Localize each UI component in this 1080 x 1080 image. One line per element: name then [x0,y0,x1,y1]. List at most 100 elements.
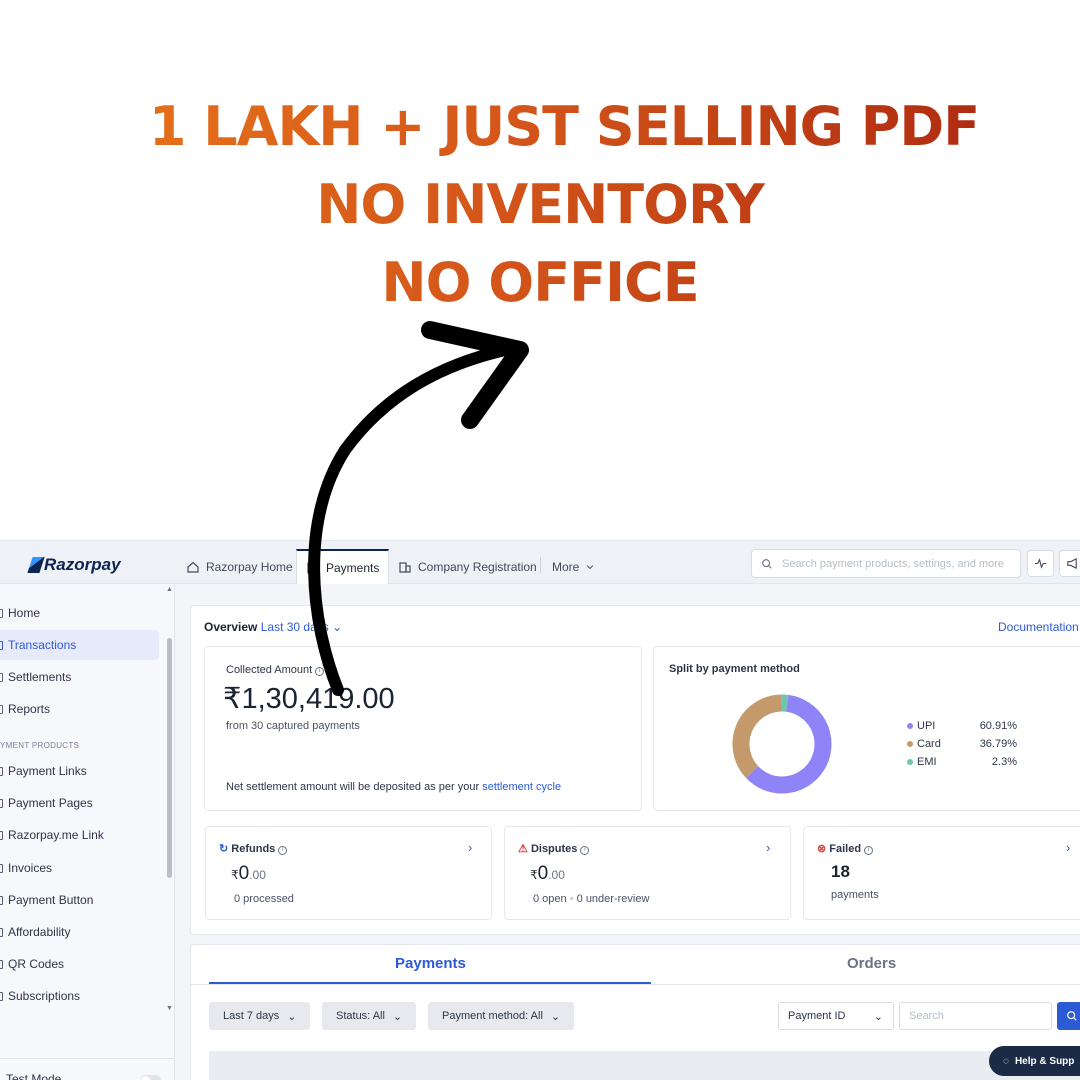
info-icon[interactable]: i [278,846,288,855]
upi-swatch [907,723,913,729]
sidebar-item-invoices[interactable]: Invoices [0,853,159,883]
refunds-card[interactable]: ↻ Refunds i ₹0.00 0 processed › [205,826,492,920]
warning-icon: ⚠ [518,843,528,855]
chat-icon: ◌ [1003,1055,1009,1067]
failed-card[interactable]: ⊗ Failed i 18 payments › [803,826,1080,920]
info-icon[interactable]: i [315,667,325,676]
page-icon [0,798,3,808]
sidebar-item-label: Payment Pages [8,796,93,810]
tab-more[interactable]: More [552,549,595,584]
sidebar-item-payment-links[interactable]: Payment Links [0,756,159,786]
refunds-amount: ₹0.00 [231,863,266,885]
home-icon [187,561,199,573]
settlement-note-text: Net settlement amount will be deposited … [226,781,480,793]
sidebar-item-subscriptions[interactable]: Subscriptions [0,981,159,1011]
sidebar-item-settlements[interactable]: Settlements [0,662,159,692]
sidebar-item-transactions[interactable]: Transactions [0,630,159,660]
disputes-review: 0 under-review [576,893,650,905]
sidebar-item-label: Subscriptions [8,989,81,1003]
disputes-card[interactable]: ⚠ Disputes i ₹0.00 0 open • 0 under-revie… [504,826,791,920]
sidebar-item-label: Payment Button [8,893,94,907]
sidebar-item-label: Razorpay.me Link [8,828,104,842]
legend-pct: 2.3% [991,756,1017,768]
payment-method-donut-chart [732,694,832,794]
sidebar-scrollbar[interactable] [167,638,172,878]
activity-icon [1034,558,1047,569]
page: 1 LAKH + JUST SELLING PDF NO INVENTORY N… [0,0,1080,1080]
reports-icon [0,704,3,714]
sidebar-section-title: YMENT PRODUCTS [0,741,80,750]
sidebar-item-razorpay-me-link[interactable]: Razorpay.me Link [0,820,159,850]
link-icon [0,830,3,840]
settlement-note: Net settlement amount will be deposited … [226,781,561,793]
sidebar-item-reports[interactable]: Reports [0,694,159,724]
date-filter[interactable]: Last 7 days ⌄ [209,1002,311,1030]
status-filter[interactable]: Status: All ⌄ [322,1002,417,1030]
test-mode-toggle[interactable] [140,1075,161,1080]
chevron-down-icon: ⌄ [873,1010,883,1023]
sidebar-item-payment-pages[interactable]: Payment Pages [0,788,159,818]
sidebar-item-home[interactable]: Home [0,598,159,628]
tab-payments[interactable]: Payments [296,549,390,584]
headline-line-3: NO OFFICE [0,244,1080,322]
tab-orders[interactable]: Orders [847,955,896,972]
date-range-dropdown[interactable]: Last 30 days [261,620,329,634]
failed-label-text: Failed [829,843,862,855]
tab-label: Payments [326,560,380,575]
tab-payments-list[interactable]: Payments [395,955,466,972]
overview-header: Overview Last 30 days ⌄ [204,620,342,634]
tabs-divider [191,984,1080,985]
table-header [209,1051,1080,1080]
qr-icon [0,959,3,969]
tab-company-registration[interactable]: Company Registration [398,549,537,584]
chevron-right-icon[interactable]: › [1066,840,1070,855]
announcement-button[interactable] [1059,550,1080,577]
scroll-up-icon[interactable]: ▲ [166,586,173,593]
payment-search-input[interactable]: Search [899,1002,1052,1030]
amount-decimals: .00 [548,868,565,882]
activity-button[interactable] [1027,550,1054,577]
razorpay-mark-icon [27,557,45,573]
collected-label-text: Collected Amount [226,664,313,676]
sidebar: Home Transactions Settlements Reports YM… [0,584,175,1080]
filter-label: Last 7 days [223,1010,280,1022]
chevron-right-icon[interactable]: › [468,840,472,855]
tab-label: Razorpay Home [206,559,293,574]
sidebar-item-qr-codes[interactable]: QR Codes [0,949,159,979]
documentation-link[interactable]: Documentation [998,620,1079,634]
scroll-down-icon[interactable]: ▼ [166,1005,173,1012]
legend-pct: 36.79% [979,738,1017,750]
legend-emi: EMI 2.3% [907,756,1017,768]
global-search-input[interactable]: Search payment products, settings, and m… [751,549,1021,578]
search-icon [1067,1011,1077,1021]
help-support-button[interactable]: ◌ Help & Supp [989,1046,1080,1076]
info-icon[interactable]: i [864,846,874,855]
sidebar-item-affordability[interactable]: Affordability [0,917,159,947]
razorpay-logo[interactable]: Razorpay [27,555,121,575]
disputes-amount: ₹0.00 [530,863,565,885]
sidebar-item-label: Payment Links [8,764,87,778]
disputes-sub: 0 open • 0 under-review [533,893,649,905]
sidebar-item-payment-button[interactable]: Payment Button [0,885,159,915]
chevron-down-icon: ⌄ [550,1010,561,1023]
donut-slice-card [732,694,783,778]
logo-text: Razorpay [44,555,121,574]
id-type-select[interactable]: Payment ID ⌄ [778,1002,894,1030]
failed-label: ⊗ Failed i [817,842,874,855]
chevron-right-icon[interactable]: › [766,840,770,855]
sidebar-item-label: Settlements [8,670,72,684]
payment-method-filter[interactable]: Payment method: All ⌄ [428,1002,575,1030]
disputes-open: 0 open [533,893,567,905]
sidebar-item-label: Invoices [8,861,53,875]
chevron-down-icon: ⌄ [287,1010,297,1023]
amount-main: 0 [537,863,549,884]
info-icon[interactable]: i [580,846,590,855]
amount-decimals: .00 [249,868,266,882]
button-icon [0,895,3,905]
home-icon [0,608,3,618]
search-button[interactable] [1057,1002,1080,1030]
settlement-cycle-link[interactable]: settlement cycle [482,781,561,793]
sidebar-item-label: Reports [8,702,51,716]
failed-count: 18 [831,862,850,881]
tab-razorpay-home[interactable]: Razorpay Home [186,549,293,584]
